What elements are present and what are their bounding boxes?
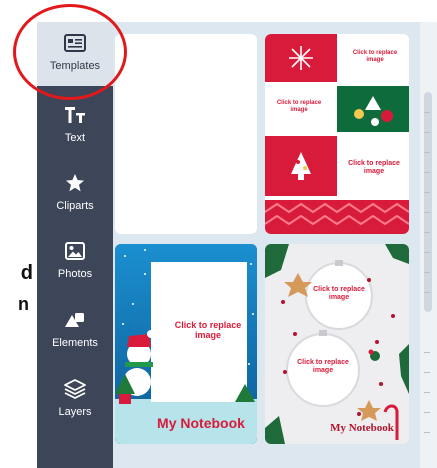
sidebar-item-label: Templates <box>49 60 101 72</box>
ruler-tick <box>424 112 430 113</box>
shapes-icon <box>64 309 86 331</box>
snowman-notebook-title: My Notebook <box>157 415 245 431</box>
sidebar: Templates Text Cliparts Photos Elements … <box>37 22 113 468</box>
ruler-tick <box>424 432 430 433</box>
ruler-tick <box>424 232 430 233</box>
side-letter-1: d <box>20 262 33 284</box>
ruler-tick <box>424 252 430 253</box>
template-card-icon <box>64 32 86 54</box>
template-card-christmas-collage[interactable]: Click to replace image Click to replace … <box>265 34 409 234</box>
side-letter-2: n <box>18 294 29 314</box>
sidebar-item-label: Photos <box>57 268 93 280</box>
ruler-tick <box>424 372 430 373</box>
collage-placeholder-label-2: Click to replace image <box>276 100 322 113</box>
ruler-tick <box>424 352 430 353</box>
ornaments-notebook-title: My Notebook <box>330 422 394 434</box>
sidebar-item-label: Text <box>64 132 86 144</box>
snowman-art <box>115 244 257 444</box>
ornaments-art <box>265 244 409 444</box>
templates-panel: Click to replace image Click to replace … <box>113 22 420 468</box>
ruler-tick <box>424 152 430 153</box>
sidebar-item-text[interactable]: Text <box>37 94 113 158</box>
sidebar-item-label: Elements <box>52 337 98 349</box>
sidebar-item-label: Layers <box>58 406 92 418</box>
collage-placeholder-label-1: Click to replace image <box>352 50 398 63</box>
sidebar-item-label: Cliparts <box>56 200 94 212</box>
text-tt-icon <box>64 104 86 126</box>
template-card-blank[interactable] <box>115 34 257 234</box>
template-card-ornaments-notebook[interactable]: Click to replace image Click to replace … <box>265 244 409 444</box>
christmas-collage-art <box>265 34 409 234</box>
sidebar-item-layers[interactable]: Layers <box>37 368 113 432</box>
ruler-tick <box>424 392 430 393</box>
sidebar-item-elements[interactable]: Elements <box>37 299 113 363</box>
scrollbar-thumb[interactable] <box>424 92 432 312</box>
layers-icon <box>64 378 86 400</box>
ruler-tick <box>424 172 430 173</box>
ornament-placeholder-label-1: Click to replace image <box>313 286 365 301</box>
sidebar-item-templates[interactable]: Templates <box>37 22 113 86</box>
template-card-snowman-notebook[interactable]: Click to replace image My Notebook <box>115 244 257 444</box>
sidebar-item-cliparts[interactable]: Cliparts <box>37 162 113 226</box>
star-icon <box>64 172 86 194</box>
ruler-tick <box>424 272 430 273</box>
snowman-placeholder-label: Click to replace image <box>174 320 242 340</box>
ruler-tick <box>424 412 430 413</box>
ruler-tick <box>424 292 430 293</box>
collage-placeholder-label-3: Click to replace image <box>348 160 400 175</box>
ruler-tick <box>424 212 430 213</box>
ornament-placeholder-label-2: Click to replace image <box>297 359 349 374</box>
sidebar-item-photos[interactable]: Photos <box>37 230 113 294</box>
photo-icon <box>64 240 86 262</box>
ruler-tick <box>424 192 430 193</box>
ruler-tick <box>424 132 430 133</box>
